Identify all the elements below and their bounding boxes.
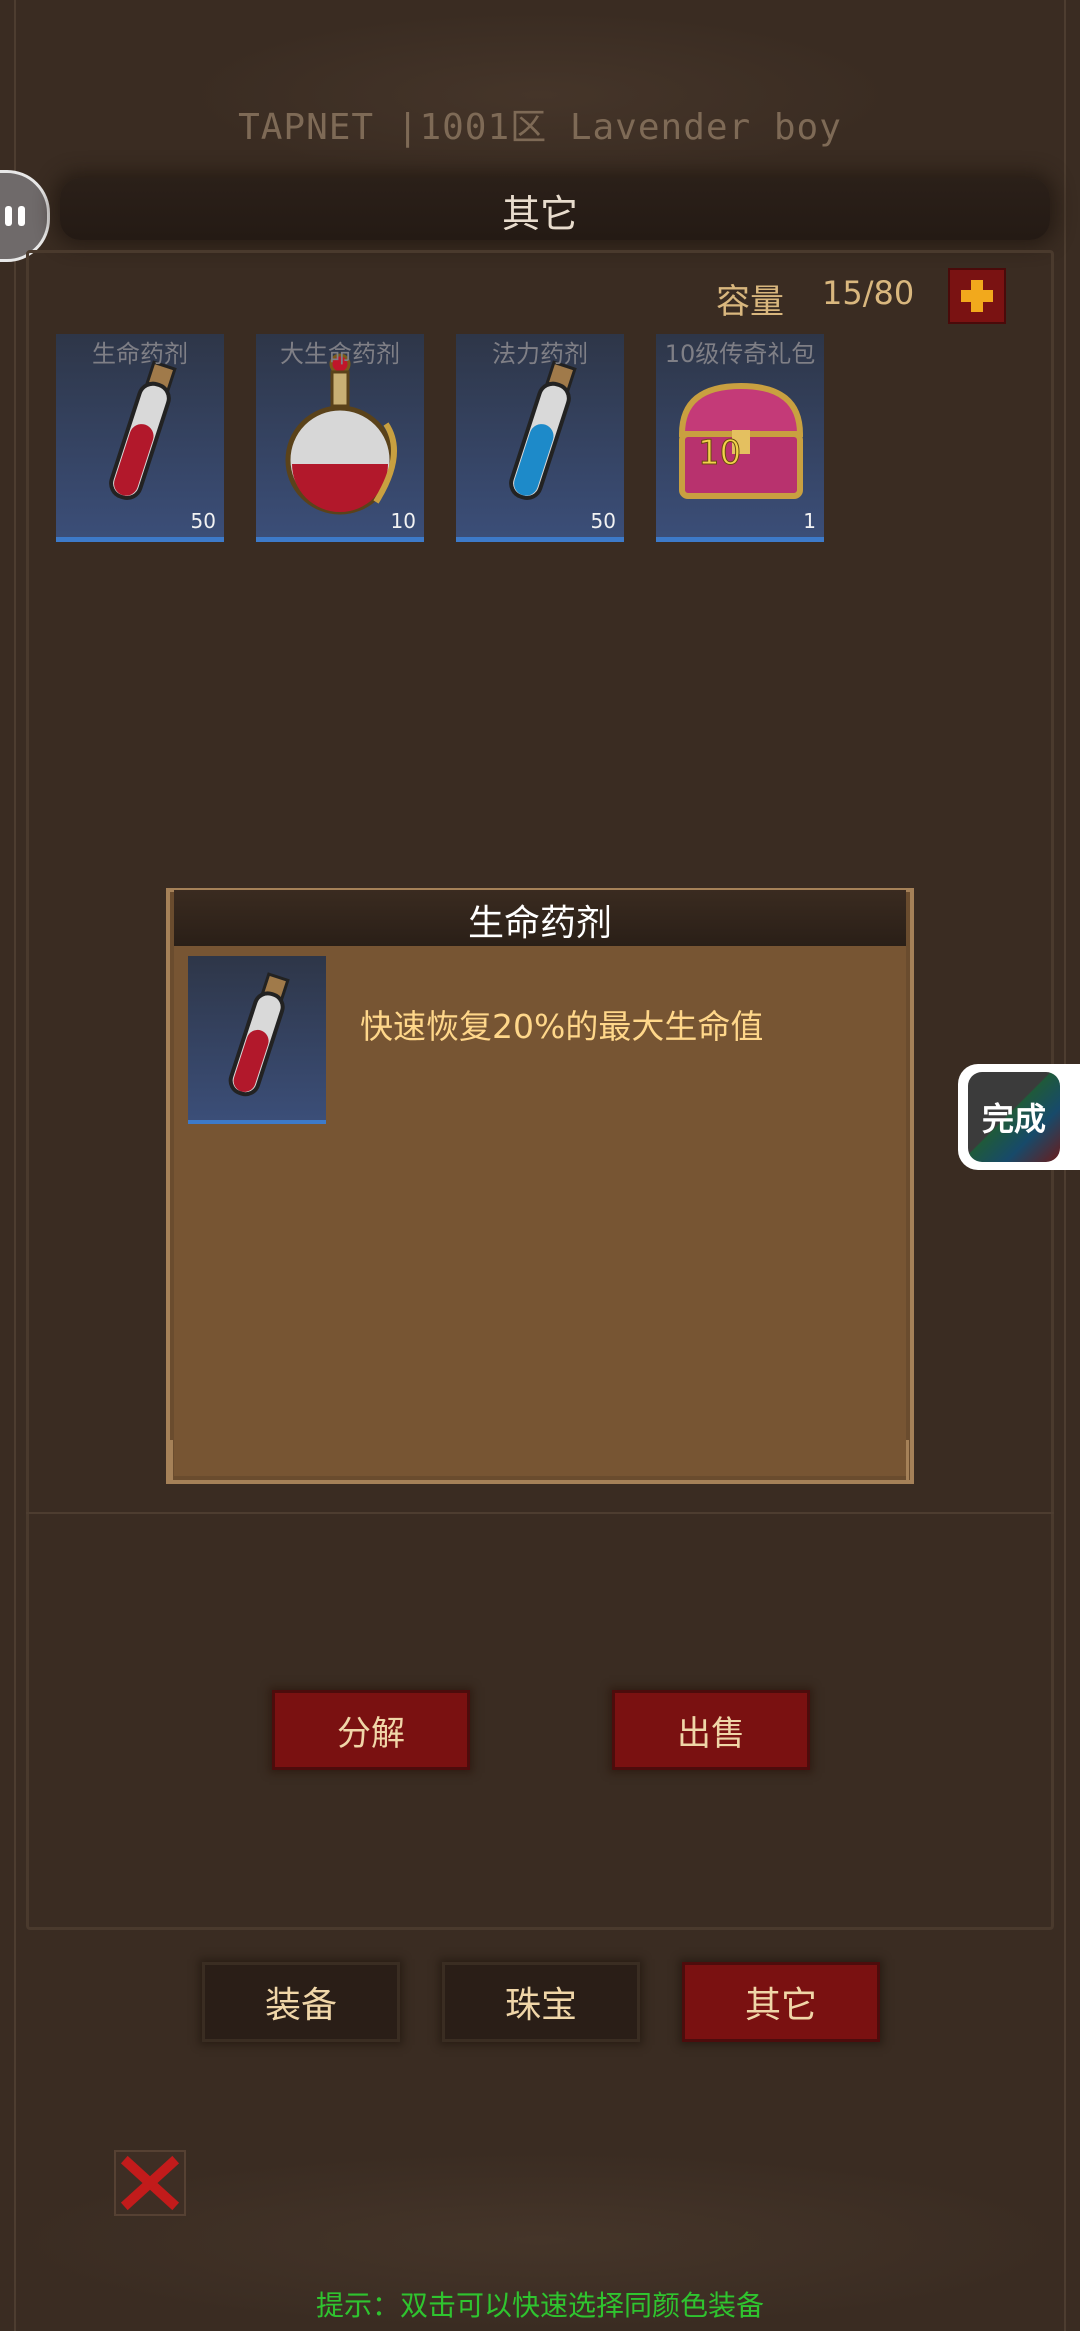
server-player-title: TAPNET |1001区 Lavender boy [238, 107, 842, 148]
plus-icon [961, 280, 993, 312]
item-count: 50 [190, 509, 216, 533]
detail-item-icon [188, 956, 326, 1124]
dialog-corner-ornament [866, 1440, 909, 1483]
item-slot-mana-potion[interactable]: 法力药剂 50 [456, 334, 624, 542]
chest-level-badge: 10 [698, 433, 741, 473]
detail-title: 生命药剂 [467, 903, 612, 944]
close-icon [120, 2155, 180, 2211]
tab-equipment[interactable]: 装备 [202, 1962, 400, 2042]
tab-jewelry[interactable]: 珠宝 [442, 1962, 640, 2042]
tab-other[interactable]: 其它 [682, 1962, 880, 2042]
red-potion-vial-icon [228, 972, 290, 1097]
section-title: 其它 [501, 192, 578, 236]
item-name: 生命药剂 [92, 340, 188, 368]
complete-button[interactable]: 完成 [968, 1072, 1060, 1162]
capacity-value: 15/80 [822, 274, 915, 312]
dialog-corner-ornament [170, 1440, 213, 1483]
item-name: 大生命药剂 [280, 340, 400, 368]
detail-description: 快速恢复20%的最大生命值 [360, 1007, 764, 1046]
item-count: 50 [590, 509, 616, 533]
sell-button[interactable]: 出售 [612, 1690, 810, 1770]
hint-text: 提示：双击可以快速选择同颜色装备 [315, 2289, 764, 2322]
item-count: 1 [803, 509, 816, 533]
item-count: 10 [390, 509, 416, 533]
item-slot-health-potion[interactable]: 生命药剂 50 [56, 334, 224, 542]
item-slot-legendary-pack[interactable]: 10 10级传奇礼包 1 [656, 334, 824, 542]
panel-divider [26, 1512, 1054, 1514]
item-name: 10级传奇礼包 [664, 340, 816, 368]
item-slot-large-health-potion[interactable]: 大生命药剂 10 [256, 334, 424, 542]
top-ornament [180, 10, 900, 180]
decompose-button[interactable]: 分解 [272, 1690, 470, 1770]
close-button[interactable] [114, 2150, 186, 2216]
capacity-label: 容量 [716, 282, 784, 322]
item-name: 法力药剂 [492, 340, 588, 368]
add-capacity-button[interactable] [948, 268, 1006, 324]
